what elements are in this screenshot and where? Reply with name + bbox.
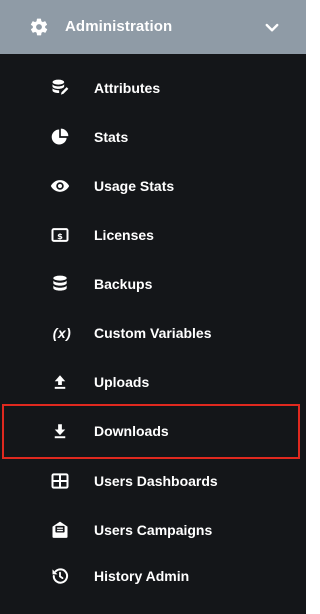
variable-glyph: (x) <box>52 325 72 341</box>
license-dollar-icon: $ <box>50 225 70 245</box>
menu-item-label: Uploads <box>94 374 150 390</box>
menu-item-backups[interactable]: Backups <box>0 262 306 306</box>
menu-item-label: Stats <box>94 129 129 145</box>
variable-icon: (x) <box>48 323 76 343</box>
download-icon <box>50 421 70 441</box>
menu-item-downloads[interactable]: Downloads <box>0 409 306 453</box>
menu-item-label: Attributes <box>94 80 161 96</box>
menu-item-label: Users Campaigns <box>94 522 213 538</box>
menu-item-custom-variables[interactable]: (x) Custom Variables <box>0 311 306 355</box>
history-icon <box>50 566 70 586</box>
menu-item-label: Backups <box>94 276 153 292</box>
menu-item-label: Usage Stats <box>94 178 175 194</box>
eye-icon <box>50 176 70 196</box>
chevron-down-icon[interactable] <box>263 19 281 37</box>
upload-icon <box>50 372 70 392</box>
database-icon <box>50 274 70 294</box>
gear-icon <box>30 18 48 36</box>
admin-sidebar-panel: Administration Attributes Stats Usage St… <box>0 0 306 614</box>
menu-item-label: Licenses <box>94 227 154 243</box>
menu-item-uploads[interactable]: Uploads <box>0 360 306 404</box>
menu-item-attributes[interactable]: Attributes <box>0 66 306 110</box>
campaign-mail-icon <box>50 520 70 540</box>
menu-item-usage-stats[interactable]: Usage Stats <box>0 164 306 208</box>
menu-item-stats[interactable]: Stats <box>0 115 306 159</box>
menu-item-label: Downloads <box>94 423 169 439</box>
pie-chart-icon <box>50 127 70 147</box>
menu-item-licenses[interactable]: $ Licenses <box>0 213 306 257</box>
administration-section-header[interactable]: Administration <box>0 0 306 54</box>
menu-item-label: Custom Variables <box>94 325 212 341</box>
menu-item-history-admin[interactable]: History Admin <box>0 554 306 598</box>
menu-item-users-dashboards[interactable]: Users Dashboards <box>0 459 306 503</box>
dashboard-grid-icon <box>50 471 70 491</box>
menu-item-label: Users Dashboards <box>94 473 218 489</box>
menu-item-users-campaigns[interactable]: Users Campaigns <box>0 508 306 552</box>
database-edit-icon <box>50 78 70 98</box>
menu-item-label: History Admin <box>94 568 190 584</box>
svg-text:$: $ <box>57 231 63 241</box>
section-title: Administration <box>65 18 173 35</box>
